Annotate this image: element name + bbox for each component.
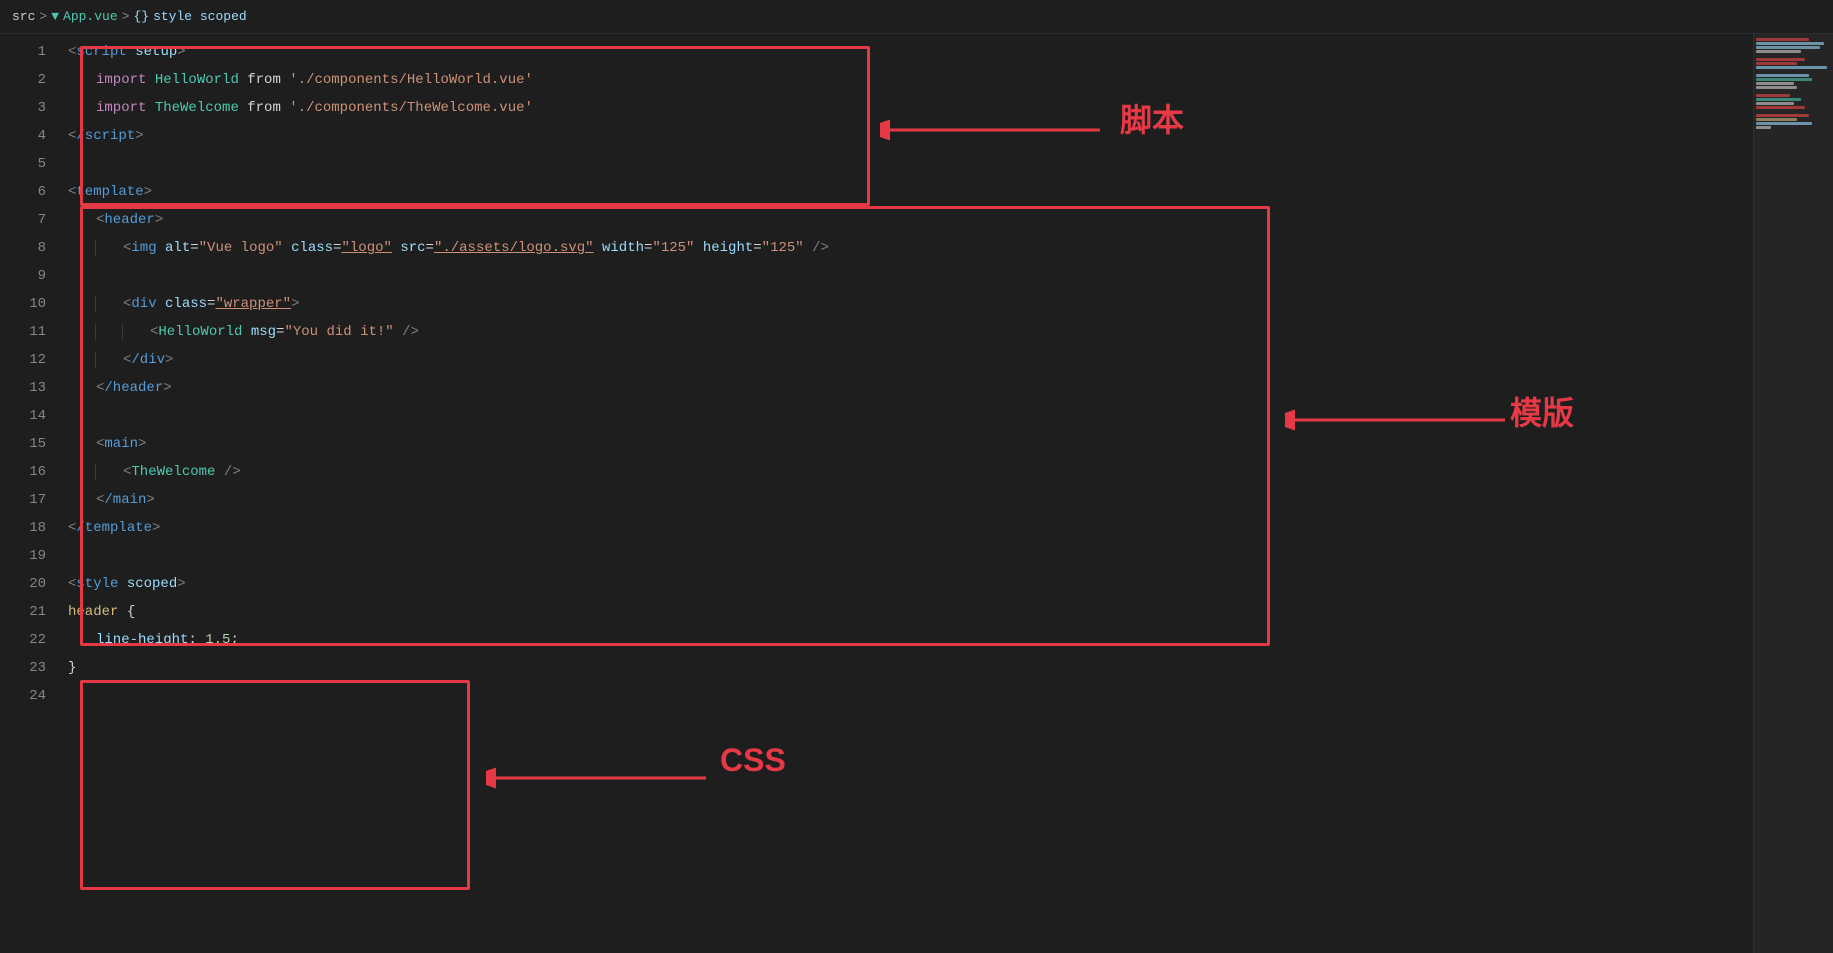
line-number-9: 9 <box>0 262 46 290</box>
editor: 123456789101112131415161718192021222324 … <box>0 34 1833 953</box>
code-line-1: <script setup> <box>60 38 1753 66</box>
code-line-2: import HelloWorld from './components/Hel… <box>60 66 1753 94</box>
code-line-20: <style scoped> <box>60 570 1753 598</box>
line-number-18: 18 <box>0 514 46 542</box>
line-number-8: 8 <box>0 234 46 262</box>
line-number-11: 11 <box>0 318 46 346</box>
breadcrumb-sep2: > <box>122 9 130 24</box>
line-number-16: 16 <box>0 458 46 486</box>
line-number-14: 14 <box>0 402 46 430</box>
code-line-7: <header> <box>60 206 1753 234</box>
breadcrumb-style-scoped[interactable]: style scoped <box>153 9 247 24</box>
line-number-15: 15 <box>0 430 46 458</box>
code-line-24 <box>60 682 1753 710</box>
code-line-10: <div class="wrapper"> <box>60 290 1753 318</box>
line-number-5: 5 <box>0 150 46 178</box>
code-area[interactable]: <script setup> import HelloWorld from '.… <box>60 34 1753 953</box>
line-number-3: 3 <box>0 94 46 122</box>
code-line-16: <TheWelcome /> <box>60 458 1753 486</box>
breadcrumb: src > ▼ App.vue > {} style scoped <box>0 0 1833 34</box>
line-number-21: 21 <box>0 598 46 626</box>
code-line-9 <box>60 262 1753 290</box>
code-line-15: <main> <box>60 430 1753 458</box>
code-line-21: header { <box>60 598 1753 626</box>
line-numbers: 123456789101112131415161718192021222324 <box>0 34 60 953</box>
code-line-8: <img alt="Vue logo" class="logo" src="./… <box>60 234 1753 262</box>
line-number-1: 1 <box>0 38 46 66</box>
code-line-4: </script> <box>60 122 1753 150</box>
line-number-7: 7 <box>0 206 46 234</box>
code-line-3: import TheWelcome from './components/The… <box>60 94 1753 122</box>
line-number-13: 13 <box>0 374 46 402</box>
line-number-24: 24 <box>0 682 46 710</box>
line-number-4: 4 <box>0 122 46 150</box>
code-line-17: </main> <box>60 486 1753 514</box>
breadcrumb-sep1: > <box>39 9 47 24</box>
line-number-10: 10 <box>0 290 46 318</box>
code-line-6: <template> <box>60 178 1753 206</box>
minimap <box>1753 34 1833 953</box>
code-line-14 <box>60 402 1753 430</box>
code-line-22: line-height: 1.5; <box>60 626 1753 654</box>
code-line-18: </template> <box>60 514 1753 542</box>
breadcrumb-src[interactable]: src <box>12 9 35 24</box>
line-number-19: 19 <box>0 542 46 570</box>
line-number-2: 2 <box>0 66 46 94</box>
code-line-13: </header> <box>60 374 1753 402</box>
line-number-22: 22 <box>0 626 46 654</box>
code-line-12: </div> <box>60 346 1753 374</box>
breadcrumb-braces: {} <box>133 9 149 24</box>
line-number-20: 20 <box>0 570 46 598</box>
code-line-23: } <box>60 654 1753 682</box>
line-number-12: 12 <box>0 346 46 374</box>
line-number-17: 17 <box>0 486 46 514</box>
code-line-5 <box>60 150 1753 178</box>
vue-icon: ▼ <box>51 9 59 24</box>
code-line-11: <HelloWorld msg="You did it!" /> <box>60 318 1753 346</box>
line-number-23: 23 <box>0 654 46 682</box>
line-number-6: 6 <box>0 178 46 206</box>
code-line-19 <box>60 542 1753 570</box>
breadcrumb-app-vue[interactable]: App.vue <box>63 9 118 24</box>
